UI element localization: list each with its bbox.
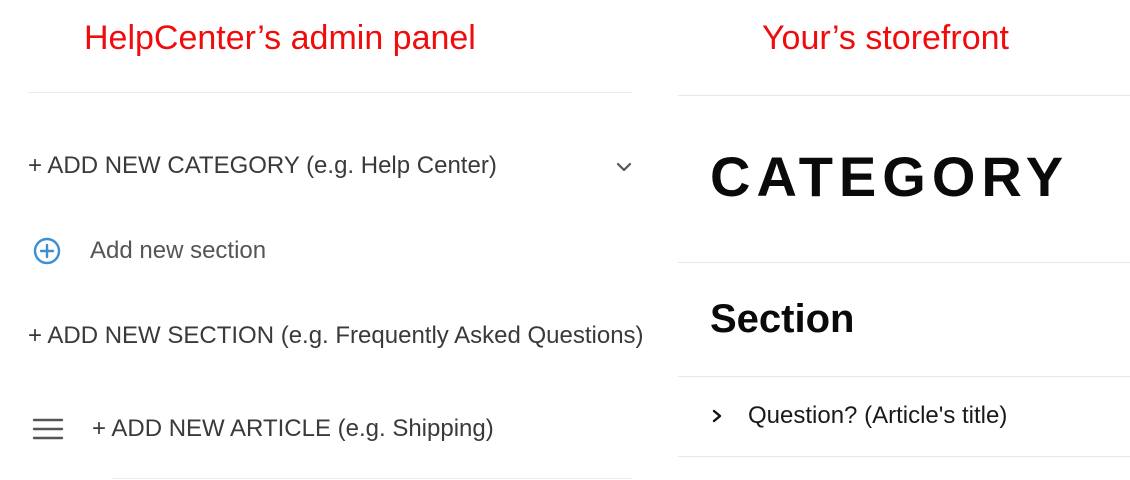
add-category-label[interactable]: + ADD NEW CATEGORY (e.g. Help Center)	[28, 152, 497, 179]
add-section-row[interactable]: Add new section	[33, 236, 266, 266]
add-section-title-row[interactable]: + ADD NEW SECTION (e.g. Frequently Asked…	[28, 321, 644, 351]
add-category-row[interactable]: + ADD NEW CATEGORY (e.g. Help Center)	[28, 151, 497, 181]
store-section-title: Section	[710, 297, 855, 341]
store-question-link[interactable]: Question? (Article's title)	[748, 402, 1007, 430]
chevron-down-icon[interactable]	[613, 156, 635, 178]
plus-circle-icon[interactable]	[33, 237, 61, 265]
store-question-row[interactable]: Question? (Article's title)	[710, 402, 1007, 430]
store-section-divider	[678, 376, 1130, 377]
admin-top-divider	[28, 92, 632, 93]
store-top-divider	[678, 95, 1130, 96]
store-category-divider	[678, 262, 1130, 263]
add-article-row[interactable]: + ADD NEW ARTICLE (e.g. Shipping)	[32, 414, 494, 444]
store-category-title: CATEGORY	[710, 145, 1070, 208]
admin-panel: + ADD NEW CATEGORY (e.g. Help Center) Ad…	[0, 0, 662, 480]
storefront-panel: CATEGORY Section Question? (Article's ti…	[678, 0, 1130, 480]
add-section-label[interactable]: Add new section	[90, 236, 266, 266]
add-section-title-label[interactable]: + ADD NEW SECTION (e.g. Frequently Asked…	[28, 322, 644, 349]
store-bottom-divider	[678, 456, 1130, 457]
drag-handle-icon[interactable]	[32, 416, 64, 442]
admin-bottom-divider	[112, 478, 632, 479]
chevron-right-icon[interactable]	[710, 408, 724, 424]
add-article-label[interactable]: + ADD NEW ARTICLE (e.g. Shipping)	[92, 414, 494, 444]
